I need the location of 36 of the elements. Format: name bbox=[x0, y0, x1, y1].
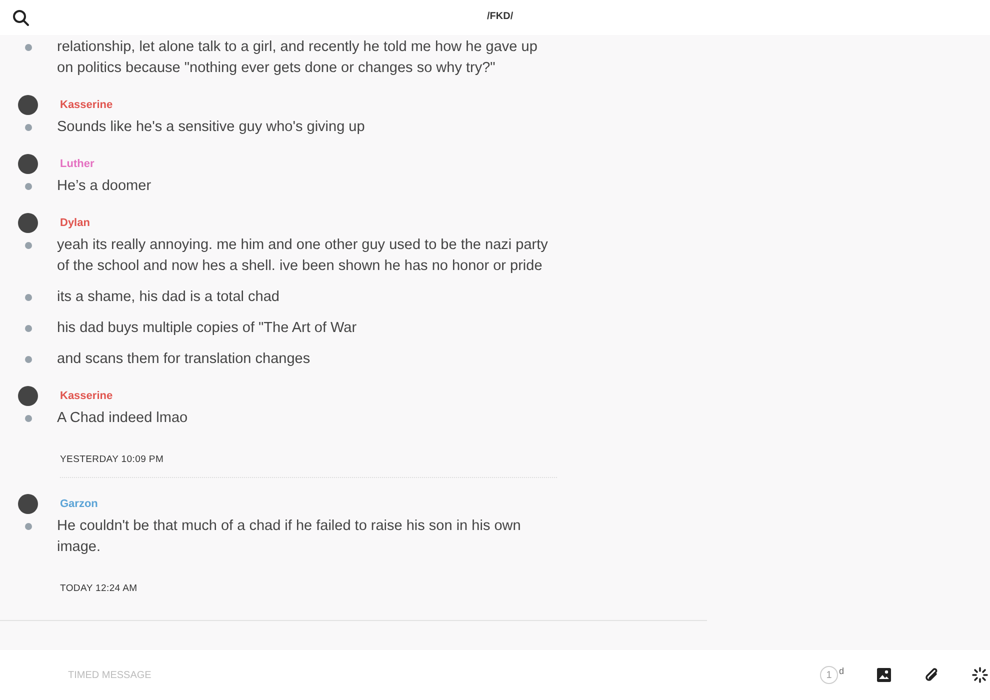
search-icon[interactable] bbox=[12, 8, 30, 26]
avatar bbox=[18, 213, 38, 233]
status-dot bbox=[25, 183, 32, 190]
message-text: He couldn't be that much of a chad if he failed to raise his son in his own image. bbox=[57, 517, 522, 557]
author-name: Kasserine bbox=[60, 99, 113, 111]
status-dot bbox=[25, 356, 32, 363]
paperclip-icon[interactable] bbox=[924, 666, 940, 684]
date-divider-label: TODAY 12:24 AM bbox=[60, 583, 138, 594]
message-text: A Chad indeed lmao bbox=[57, 409, 189, 428]
status-dot bbox=[25, 44, 32, 51]
sparkle-icon[interactable] bbox=[972, 667, 988, 683]
author-name: Garzon bbox=[60, 498, 98, 510]
date-divider-label: YESTERDAY 10:09 PM bbox=[60, 454, 164, 465]
message-text: yeah its really annoying. me him and one other guy used to be the nazi party of the school and now hes a shell. ive been shown he has no honor or pride bbox=[57, 236, 549, 276]
status-dot bbox=[25, 325, 32, 332]
message-text: relationship, let alone talk to a girl, and recently he told me how he gave up on politics because "nothing ever gets done or changes so why try?" bbox=[57, 38, 538, 78]
message-text: his dad buys multiple copies of "The Art of War bbox=[57, 319, 358, 338]
status-dot bbox=[25, 523, 32, 530]
message-text: its a shame, his dad is a total chad bbox=[57, 288, 280, 307]
avatar bbox=[18, 386, 38, 406]
avatar bbox=[18, 154, 38, 174]
avatar bbox=[18, 95, 38, 115]
status-dot bbox=[25, 124, 32, 131]
avatar bbox=[18, 494, 38, 514]
image-icon[interactable] bbox=[876, 667, 892, 683]
status-dot bbox=[25, 294, 32, 301]
status-dot bbox=[25, 242, 32, 249]
message-text: He’s a doomer bbox=[57, 177, 152, 196]
channel-title: /FKD/ bbox=[487, 11, 514, 22]
message-text: Sounds like he's a sensitive guy who's giving up bbox=[57, 118, 366, 137]
status-dot bbox=[25, 415, 32, 422]
message-text: and scans them for translation changes bbox=[57, 350, 312, 369]
author-name: Kasserine bbox=[60, 390, 113, 402]
author-name: Luther bbox=[60, 158, 94, 170]
message-input[interactable]: TIMED MESSAGE bbox=[66, 668, 570, 682]
author-name: Dylan bbox=[60, 217, 90, 229]
